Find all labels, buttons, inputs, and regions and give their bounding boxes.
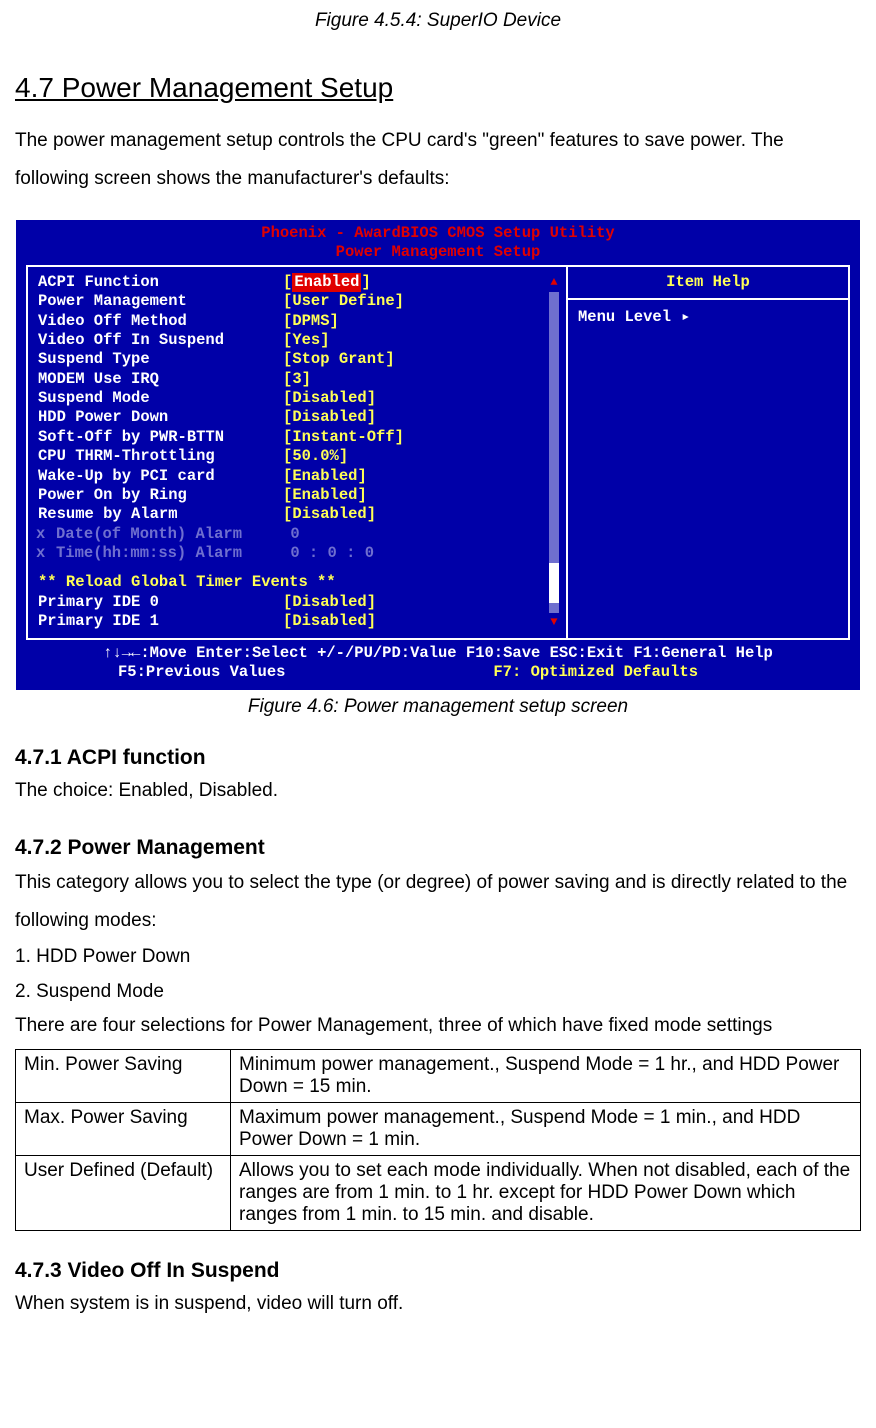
bios-item-label: Video Off In Suspend [38, 331, 283, 350]
bios-left-panel: ACPI Function[Enabled] Power Management[… [26, 265, 566, 640]
bios-item-label: Date(of Month) Alarm [56, 525, 281, 544]
bios-footer: ↑↓→←:Move Enter:Select +/-/PU/PD:Value F… [16, 640, 860, 691]
bios-item-value[interactable]: [Instant-Off] [283, 428, 404, 447]
bios-item-label: Soft-Off by PWR-BTTN [38, 428, 283, 447]
bios-footer-right: F7: Optimized Defaults [493, 663, 848, 682]
bios-bracket: ] [361, 273, 370, 292]
bios-item-label: Power On by Ring [38, 486, 283, 505]
bios-footer-line1: ↑↓→←:Move Enter:Select +/-/PU/PD:Value F… [28, 644, 848, 663]
bios-item-label: Power Management [38, 292, 283, 311]
bios-title: Phoenix - AwardBIOS CMOS Setup Utility P… [16, 220, 860, 265]
body-text: The choice: Enabled, Disabled. [15, 774, 861, 808]
bios-item-label: Video Off Method [38, 312, 283, 331]
table-cell: Maximum power management., Suspend Mode … [231, 1103, 861, 1156]
bios-item-value[interactable]: [Disabled] [283, 389, 376, 408]
scroll-up-icon[interactable]: ▲ [550, 275, 557, 290]
bios-item-value[interactable]: [Enabled] [283, 486, 367, 505]
list-item: 1. HDD Power Down [15, 940, 861, 974]
power-management-table: Min. Power Saving Minimum power manageme… [15, 1049, 861, 1231]
bios-menu-level: Menu Level ▸ [568, 300, 848, 637]
bios-scrollbar[interactable]: ▲ ▼ [548, 275, 560, 630]
body-text: There are four selections for Power Mana… [15, 1009, 861, 1043]
bios-item-value[interactable]: Enabled [292, 273, 361, 292]
bios-item-help-header: Item Help [568, 267, 848, 300]
triangle-right-icon: ▸ [681, 308, 690, 327]
bios-item-value[interactable]: [Disabled] [283, 612, 376, 631]
body-text: When system is in suspend, video will tu… [15, 1287, 861, 1321]
list-item: 2. Suspend Mode [15, 975, 861, 1009]
subsection-heading: 4.7.3 Video Off In Suspend [15, 1259, 861, 1283]
bios-item-value[interactable]: [3] [283, 370, 311, 389]
bios-item-label: Resume by Alarm [38, 505, 283, 524]
subsection-heading: 4.7.1 ACPI function [15, 746, 861, 770]
subsection-heading: 4.7.2 Power Management [15, 836, 861, 860]
section-intro: The power management setup controls the … [15, 122, 861, 198]
scroll-track[interactable] [549, 292, 559, 613]
bios-item-value: 0 : 0 : 0 [281, 544, 374, 563]
scroll-thumb[interactable] [549, 563, 559, 603]
body-text: This category allows you to select the t… [15, 864, 861, 940]
table-cell: Minimum power management., Suspend Mode … [231, 1050, 861, 1103]
bios-footer-left: F5:Previous Values [28, 663, 285, 682]
table-cell: User Defined (Default) [16, 1156, 231, 1231]
scroll-down-icon[interactable]: ▼ [550, 615, 557, 630]
bios-title-line2: Power Management Setup [16, 243, 860, 262]
bios-title-line1: Phoenix - AwardBIOS CMOS Setup Utility [16, 224, 860, 243]
bios-disabled-mark: x [36, 544, 56, 563]
bios-item-label: Suspend Mode [38, 389, 283, 408]
figure-caption-top: Figure 4.5.4: SuperIO Device [15, 10, 861, 32]
table-cell: Allows you to set each mode individually… [231, 1156, 861, 1231]
bios-item-value[interactable]: [User Define] [283, 292, 404, 311]
table-row: Max. Power Saving Maximum power manageme… [16, 1103, 861, 1156]
bios-item-label: HDD Power Down [38, 408, 283, 427]
bios-item-value[interactable]: [Enabled] [283, 467, 367, 486]
bios-item-value[interactable]: [Disabled] [283, 505, 376, 524]
bios-right-panel: Item Help Menu Level ▸ [566, 265, 850, 640]
bios-item-value[interactable]: [Disabled] [283, 593, 376, 612]
bios-item-value[interactable]: [Stop Grant] [283, 350, 395, 369]
bios-item-label: Primary IDE 0 [38, 593, 283, 612]
bios-bracket: [ [283, 273, 292, 292]
bios-item-value: 0 [281, 525, 300, 544]
bios-item-label: Time(hh:mm:ss) Alarm [56, 544, 281, 563]
table-cell: Min. Power Saving [16, 1050, 231, 1103]
bios-item-value[interactable]: [Disabled] [283, 408, 376, 427]
bios-item-value[interactable]: [Yes] [283, 331, 330, 350]
bios-item-label: CPU THRM-Throttling [38, 447, 283, 466]
bios-section-header: ** Reload Global Timer Events ** [38, 573, 560, 592]
bios-disabled-mark: x [36, 525, 56, 544]
bios-item-label: Wake-Up by PCI card [38, 467, 283, 486]
bios-screen: Phoenix - AwardBIOS CMOS Setup Utility P… [16, 220, 860, 690]
figure-caption: Figure 4.6: Power management setup scree… [15, 696, 861, 718]
bios-menu-level-label: Menu Level [578, 308, 671, 327]
bios-item-value[interactable]: [DPMS] [283, 312, 339, 331]
section-heading: 4.7 Power Management Setup [15, 72, 861, 104]
bios-item-value[interactable]: [50.0%] [283, 447, 348, 466]
bios-item-label: ACPI Function [38, 273, 283, 292]
table-row: Min. Power Saving Minimum power manageme… [16, 1050, 861, 1103]
table-row: User Defined (Default) Allows you to set… [16, 1156, 861, 1231]
table-cell: Max. Power Saving [16, 1103, 231, 1156]
bios-item-label: Primary IDE 1 [38, 612, 283, 631]
bios-item-label: Suspend Type [38, 350, 283, 369]
bios-item-label: MODEM Use IRQ [38, 370, 283, 389]
